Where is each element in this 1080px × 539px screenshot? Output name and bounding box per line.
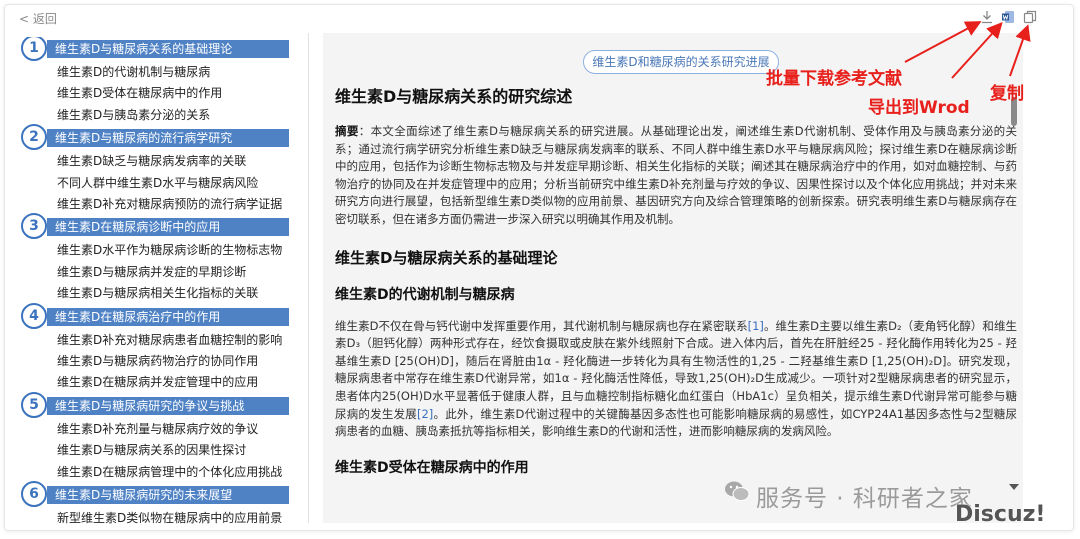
outline-item[interactable]: 维生素D补充对糖尿病预防的流行病学证据 bbox=[57, 194, 299, 215]
section-number-badge: 3 bbox=[21, 213, 47, 240]
section-number-badge: 1 bbox=[21, 37, 47, 61]
abstract-label: 摘要 bbox=[335, 124, 359, 138]
reference-link-2[interactable]: [2] bbox=[417, 407, 433, 421]
outline-section-title[interactable]: 维生素D在糖尿病诊断中的应用 bbox=[47, 218, 289, 237]
topic-pill[interactable]: 维生素D和糖尿病的关系研究进展 bbox=[583, 50, 779, 74]
outline-item[interactable]: 不同人群中维生素D水平与糖尿病风险 bbox=[57, 173, 299, 194]
outline-item[interactable]: 维生素D的代谢机制与糖尿病 bbox=[57, 62, 299, 83]
outline-section-title[interactable]: 维生素D在糖尿病治疗中的作用 bbox=[47, 307, 289, 326]
section-number-badge: 5 bbox=[21, 391, 47, 418]
annotation-copy: 复制 bbox=[990, 84, 1024, 104]
abstract: 摘要：本文全面综述了维生素D与糖尿病关系的研究进展。从基础理论出发，阐述维生素D… bbox=[335, 123, 1017, 229]
outline-item[interactable]: 维生素D补充对糖尿病患者血糖控制的影响 bbox=[57, 330, 299, 351]
outline-section: 4 维生素D在糖尿病治疗中的作用维生素D补充对糖尿病患者血糖控制的影响 维生素D与糖… bbox=[19, 302, 299, 394]
subsection-heading-receptor: 维生素D受体在糖尿病中的作用 bbox=[335, 459, 529, 476]
section-number-badge: 6 bbox=[21, 481, 47, 508]
watermark-account: 服务号 · 科研者之家 bbox=[756, 486, 973, 512]
outline-item[interactable]: 维生素D与胰岛素分泌的关系 bbox=[57, 105, 299, 126]
annotation-export-word: 导出到Wrod bbox=[868, 98, 970, 118]
copy-icon[interactable] bbox=[1023, 10, 1037, 24]
document-body: 维生素D与糖尿病关系的研究综述 摘要：本文全面综述了维生素D与糖尿病关系的研究进… bbox=[335, 83, 1017, 491]
watermark-site: Discuz! bbox=[955, 502, 1046, 527]
annotation-batch-download: 批量下载参考文献 bbox=[766, 69, 902, 89]
outline-panel: 1 维生素D与糖尿病关系的基础理论维生素D的代谢机制与糖尿病 维生素D受体在糖尿病中… bbox=[19, 37, 299, 531]
outline-item[interactable]: 维生素D补充剂量与糖尿病疗效的争议 bbox=[57, 419, 299, 440]
section-heading: 维生素D与糖尿病关系的基础理论 bbox=[335, 248, 558, 267]
download-icon[interactable] bbox=[980, 10, 994, 24]
outline-item[interactable]: 维生素D在糖尿病管理中的个体化应用挑战 bbox=[57, 462, 299, 483]
outline-item[interactable]: 维生素D与其他营养素联合干预的研究方向 bbox=[57, 530, 299, 531]
outline-item[interactable]: 维生素D与糖尿病并发症的早期诊断 bbox=[57, 262, 299, 283]
outline-item[interactable]: 维生素D缺乏与糖尿病发病率的关联 bbox=[57, 151, 299, 172]
outline-item[interactable]: 维生素D与糖尿病药物治疗的协同作用 bbox=[57, 351, 299, 372]
outline-item[interactable]: 新型维生素D类似物在糖尿病中的应用前景 bbox=[57, 508, 299, 529]
outline-item[interactable]: 维生素D与糖尿病关系的因果性探讨 bbox=[57, 440, 299, 461]
paragraph-text: 。维生素D主要以维生素D₂（麦角钙化醇）和维生素D₃（胆钙化醇）两种形式存在，经… bbox=[335, 318, 1017, 421]
outline-section-title[interactable]: 维生素D与糖尿病研究的争议与挑战 bbox=[47, 396, 289, 415]
app-window: < 返回 1 维生素D与糖尿病关系的基础理论 维生素D的代谢机制与糖尿病 维生素D受体… bbox=[4, 4, 1074, 531]
outline-section-title[interactable]: 维生素D与糖尿病关系的基础理论 bbox=[47, 40, 289, 58]
subsection-heading-metabolism: 维生素D的代谢机制与糖尿病 bbox=[335, 286, 515, 303]
panel-divider bbox=[308, 33, 309, 523]
word-export-icon[interactable] bbox=[1001, 10, 1015, 24]
wechat-logo-icon bbox=[725, 481, 750, 501]
paragraph-text: 维生素D不仅在骨与钙代谢中发挥重要作用，其代谢机制与糖尿病也存在紧密联系 bbox=[335, 318, 748, 333]
outline-section-title[interactable]: 维生素D与糖尿病的流行病学研究 bbox=[47, 129, 289, 148]
outline-section: 1 维生素D与糖尿病关系的基础理论维生素D的代谢机制与糖尿病 维生素D受体在糖尿病中… bbox=[19, 37, 299, 126]
outline-section: 2 维生素D与糖尿病的流行病学研究维生素D缺乏与糖尿病发病率的关联 不同人群中维生素… bbox=[19, 124, 299, 215]
section-number-badge: 2 bbox=[21, 124, 47, 151]
reference-link-1[interactable]: [1] bbox=[748, 319, 764, 333]
back-button[interactable]: < 返回 bbox=[19, 10, 57, 27]
paragraph-metabolism: 维生素D不仅在骨与钙代谢中发挥重要作用，其代谢机制与糖尿病也存在紧密联系[1]。… bbox=[335, 318, 1017, 441]
section-number-badge: 4 bbox=[21, 302, 47, 329]
outline-item[interactable]: 维生素D在糖尿病并发症管理中的应用 bbox=[57, 372, 299, 393]
outline-item[interactable]: 维生素D与糖尿病相关生化指标的关联 bbox=[57, 283, 299, 304]
scroll-down-arrow[interactable] bbox=[1009, 484, 1019, 490]
paragraph-text: 。此外，维生素D代谢过程中的关键酶基因多态性也可能影响糖尿病的易感性，如CYP2… bbox=[335, 406, 1017, 439]
abstract-text: ：本文全面综述了维生素D与糖尿病关系的研究进展。从基础理论出发，阐述维生素D代谢… bbox=[335, 124, 1017, 226]
outline-item[interactable]: 维生素D水平作为糖尿病诊断的生物标志物 bbox=[57, 240, 299, 261]
outline-section-title[interactable]: 维生素D与糖尿病研究的未来展望 bbox=[47, 486, 289, 505]
outline-item[interactable]: 维生素D受体在糖尿病中的作用 bbox=[57, 83, 299, 104]
outline-section: 5 维生素D与糖尿病研究的争议与挑战维生素D补充剂量与糖尿病疗效的争议 维生素D与糖… bbox=[19, 391, 299, 483]
outline-section: 3 维生素D在糖尿病诊断中的应用维生素D水平作为糖尿病诊断的生物标志物 维生素D与糖… bbox=[19, 213, 299, 304]
outline-section: 6维生素D与糖尿病研究的未来展望新型维生素D类似物在糖尿病中的应用前景维生素D与… bbox=[19, 481, 299, 531]
